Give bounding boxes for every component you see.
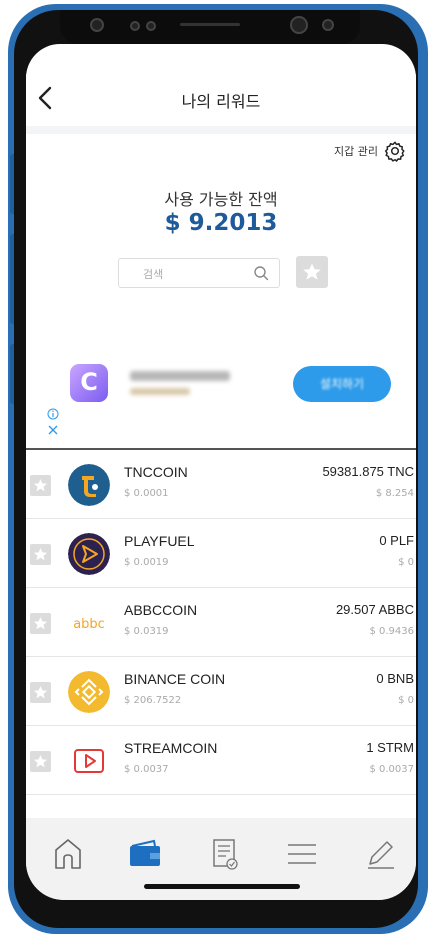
token-name: STREAMCOIN (124, 740, 218, 756)
front-camera (290, 16, 308, 34)
token-row[interactable]: TNCCOIN $ 0.0001 59381.875 TNC $ 8.254 (26, 450, 416, 519)
streamcoin-icon (74, 749, 104, 773)
home-indicator (144, 884, 300, 889)
token-value: $ 0 (398, 557, 414, 568)
notch (60, 10, 360, 44)
speaker-grille (180, 23, 240, 26)
tnc-coin-icon (68, 464, 110, 506)
ad-title-blurred (130, 371, 230, 381)
star-icon (33, 686, 48, 699)
token-price: $ 0.0001 (124, 488, 169, 499)
ad-install-label: 설치하기 (319, 377, 365, 391)
token-value: $ 0.9436 (369, 626, 414, 637)
svg-text:abbc: abbc (73, 617, 105, 632)
star-icon (33, 755, 48, 768)
favorite-filter-button[interactable] (296, 256, 328, 288)
favorite-star-button[interactable] (30, 751, 51, 772)
menu-icon[interactable] (282, 836, 322, 872)
token-list: TNCCOIN $ 0.0001 59381.875 TNC $ 8.254 P… (26, 450, 416, 795)
token-price: $ 206.7522 (124, 695, 182, 706)
search-box[interactable] (118, 258, 280, 288)
wallet-manage-button[interactable]: 지갑 관리 (334, 140, 406, 162)
favorite-star-button[interactable] (30, 544, 51, 565)
ad-info-icon[interactable] (47, 408, 59, 420)
token-value: $ 0.0037 (369, 764, 414, 775)
wallet-manage-label: 지갑 관리 (334, 145, 378, 158)
balance-value: $ 9.2013 (164, 210, 278, 236)
ad-install-button[interactable]: 설치하기 (293, 366, 391, 402)
star-icon (33, 548, 48, 561)
token-name: PLAYFUEL (124, 533, 195, 549)
token-name: TNCCOIN (124, 464, 188, 480)
sensor-dot (130, 21, 140, 31)
token-row[interactable]: abbc ABBCCOIN $ 0.0319 29.507 ABBC $ 0.9… (26, 588, 416, 657)
search-input[interactable] (141, 263, 245, 285)
balance-label: 사용 가능한 잔액 (164, 190, 278, 209)
token-balance: 0 PLF (379, 533, 414, 548)
token-value: $ 8.254 (375, 488, 414, 499)
binance-coin-icon (68, 671, 110, 713)
token-row[interactable]: STREAMCOIN $ 0.0037 1 STRM $ 0.0037 (26, 726, 416, 795)
token-value: $ 0 (398, 695, 414, 706)
token-price: $ 0.0319 (124, 626, 169, 637)
token-row[interactable]: PLAYFUEL $ 0.0019 0 PLF $ 0 (26, 519, 416, 588)
star-icon (33, 479, 48, 492)
token-price: $ 0.0037 (124, 764, 169, 775)
receipt-icon[interactable] (204, 836, 244, 872)
ad-subtitle-blurred (130, 388, 190, 395)
favorite-star-button[interactable] (30, 682, 51, 703)
page-title: 나의 리워드 (181, 92, 261, 111)
sensor-dot (90, 18, 104, 32)
favorite-star-button[interactable] (30, 613, 51, 634)
sensor-dot (146, 21, 156, 31)
token-name: BINANCE COIN (124, 671, 226, 687)
edit-icon[interactable] (360, 836, 400, 872)
token-balance: 29.507 ABBC (335, 602, 414, 617)
token-row[interactable]: BINANCE COIN $ 206.7522 0 BNB $ 0 (26, 657, 416, 726)
ad-app-logo[interactable]: C (70, 364, 108, 402)
search-icon[interactable] (253, 265, 269, 281)
star-icon (303, 263, 321, 280)
token-price: $ 0.0019 (124, 557, 169, 568)
playfuel-coin-icon (68, 533, 110, 575)
app-screen: 나의 리워드 지갑 관리 사용 가능한 잔액 $ 9.2013 C 설치하기 (26, 44, 416, 900)
token-name: ABBCCOIN (124, 602, 198, 618)
token-balance: 0 BNB (376, 671, 414, 686)
ad-close-icon[interactable] (47, 424, 59, 436)
wallet-icon[interactable] (124, 836, 164, 872)
header-divider (26, 126, 416, 134)
gear-icon (384, 141, 405, 162)
star-icon (33, 617, 48, 630)
abbc-coin-icon: abbc (73, 617, 105, 632)
app-header: 나의 리워드 (26, 74, 416, 126)
home-icon[interactable] (48, 836, 88, 872)
sensor-dot (322, 19, 334, 31)
ad-logo-letter: C (80, 368, 98, 396)
token-balance: 1 STRM (366, 740, 414, 755)
token-balance: 59381.875 TNC (322, 464, 414, 479)
favorite-star-button[interactable] (30, 475, 51, 496)
